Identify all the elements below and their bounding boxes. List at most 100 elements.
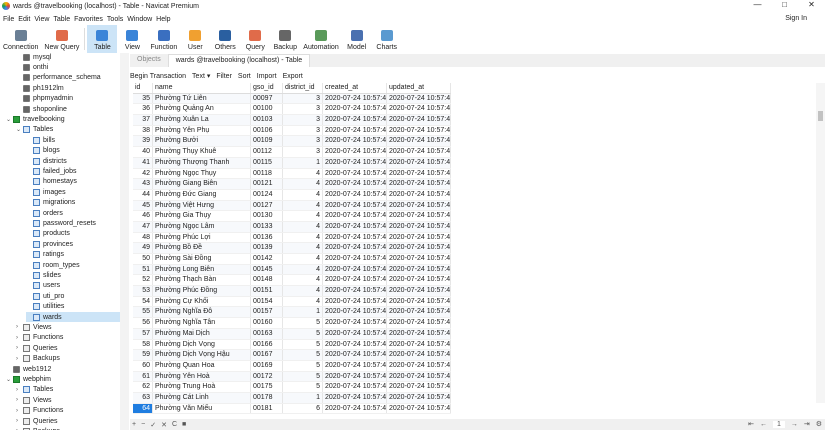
table-row[interactable]: 55 Phường Nghĩa Đô 00157 1 2020-07-24 10:57:…	[133, 307, 451, 319]
sign-in-button[interactable]: Sign In	[785, 15, 807, 22]
column-header-gso_id[interactable]: gso_id	[251, 83, 283, 93]
cell-gso_id[interactable]: 00160	[251, 318, 283, 328]
cell-gso_id[interactable]: 00142	[251, 254, 283, 264]
cell-updated_at[interactable]: 2020-07-24 10:57:45	[387, 168, 451, 179]
cell-id[interactable]: 55	[133, 307, 153, 318]
chevron-right-icon[interactable]: ›	[16, 387, 23, 393]
cell-district_id[interactable]: 4	[283, 275, 323, 286]
maximize-button[interactable]: □	[771, 0, 798, 9]
next-page-button[interactable]: →	[791, 421, 798, 428]
cell-created_at[interactable]: 2020-07-24 10:57:45	[323, 125, 387, 136]
cell-id[interactable]: 58	[133, 339, 153, 350]
table-row[interactable]: 56 Phường Nghĩa Tân 00160 5 2020-07-24 10:57…	[133, 318, 451, 329]
cell-created_at[interactable]: 2020-07-24 10:57:45	[323, 339, 387, 350]
cell-id[interactable]: 39	[133, 136, 153, 147]
cell-name[interactable]: Phường Quảng An	[153, 104, 251, 115]
table-row[interactable]: 38 Phường Yên Phụ 00106 3 2020-07-24 10:57:4…	[133, 125, 451, 137]
cell-id[interactable]: 50	[133, 254, 153, 264]
menu-edit[interactable]: Edit	[18, 16, 30, 23]
cell-name[interactable]: Phường Thượng Thanh	[153, 157, 251, 168]
table-row[interactable]: 49 Phường Bồ Đề 00139 4 2020-07-24 10:57:45 2…	[133, 243, 451, 254]
cell-created_at[interactable]: 2020-07-24 10:57:45	[323, 296, 387, 307]
grid-scrollbar[interactable]	[816, 83, 825, 403]
cell-name[interactable]: Phường Sài Đồng	[153, 254, 251, 264]
cell-name[interactable]: Phường Yên Hoà	[153, 371, 251, 382]
table-row[interactable]: 50 Phường Sài Đồng 00142 4 2020-07-24 10:57:…	[133, 254, 451, 265]
cell-district_id[interactable]: 5	[283, 339, 323, 350]
tree-item-uti_pro[interactable]: uti_pro	[26, 291, 120, 301]
tree-item-ph1912lm[interactable]: ph1912lm	[16, 83, 120, 93]
cell-id[interactable]: 63	[133, 392, 153, 403]
column-header-created_at[interactable]: created_at	[323, 83, 387, 93]
cell-gso_id[interactable]: 00145	[251, 264, 283, 275]
cell-district_id[interactable]: 5	[283, 350, 323, 360]
pager-settings-button[interactable]: ⚙	[816, 420, 822, 428]
cell-updated_at[interactable]: 2020-07-24 10:57:45	[387, 275, 451, 286]
cell-gso_id[interactable]: 00130	[251, 211, 283, 221]
cell-name[interactable]: Phường Trung Hoà	[153, 382, 251, 392]
first-page-button[interactable]: ⇤	[748, 420, 754, 428]
tree-item-failed_jobs[interactable]: failed_jobs	[26, 166, 120, 176]
cell-district_id[interactable]: 4	[283, 254, 323, 264]
tree-item-mysql[interactable]: mysql	[16, 53, 120, 62]
tree-item-queries[interactable]: › Queries	[16, 416, 120, 426]
tree-item-wards[interactable]: wards	[26, 312, 120, 322]
tree-item-webphim[interactable]: ⌄ webphim	[6, 374, 120, 384]
cell-created_at[interactable]: 2020-07-24 10:57:45	[323, 147, 387, 157]
cell-id[interactable]: 62	[133, 382, 153, 392]
cell-district_id[interactable]: 3	[283, 115, 323, 125]
cell-name[interactable]: Phường Mai Dịch	[153, 328, 251, 339]
cell-id[interactable]: 38	[133, 125, 153, 136]
cell-created_at[interactable]: 2020-07-24 10:57:45	[323, 232, 387, 243]
cell-id[interactable]: 57	[133, 328, 153, 339]
menu-file[interactable]: File	[3, 16, 14, 23]
table-row[interactable]: 42 Phường Ngọc Thụy 00118 4 2020-07-24 10:57…	[133, 168, 451, 180]
cell-name[interactable]: Phường Đức Giang	[153, 189, 251, 200]
cell-gso_id[interactable]: 00151	[251, 286, 283, 296]
cell-gso_id[interactable]: 00115	[251, 157, 283, 168]
table-row[interactable]: 47 Phường Ngọc Lâm 00133 4 2020-07-24 10:57:…	[133, 221, 451, 233]
cell-district_id[interactable]: 5	[283, 328, 323, 339]
cell-district_id[interactable]: 4	[283, 189, 323, 200]
cell-gso_id[interactable]: 00169	[251, 360, 283, 371]
tree-item-room_types[interactable]: room_types	[26, 260, 120, 270]
cell-updated_at[interactable]: 2020-07-24 10:57:45	[387, 286, 451, 296]
cell-updated_at[interactable]: 2020-07-24 10:57:45	[387, 328, 451, 339]
cell-created_at[interactable]: 2020-07-24 10:57:45	[323, 221, 387, 232]
cell-name[interactable]: Phường Giang Biên	[153, 179, 251, 189]
cell-district_id[interactable]: 5	[283, 382, 323, 392]
chevron-right-icon[interactable]: ›	[16, 356, 23, 362]
tree-item-onthi[interactable]: onthi	[16, 62, 120, 72]
cell-name[interactable]: Phường Thụy Khuê	[153, 147, 251, 157]
cell-district_id[interactable]: 6	[283, 403, 323, 414]
tree-item-provinces[interactable]: provinces	[26, 239, 120, 249]
cell-district_id[interactable]: 3	[283, 93, 323, 104]
table-row[interactable]: 37 Phường Xuân La 00103 3 2020-07-24 10:57:4…	[133, 115, 451, 126]
table-row[interactable]: 57 Phường Mai Dịch 00163 5 2020-07-24 10:57:…	[133, 328, 451, 340]
cell-id[interactable]: 61	[133, 371, 153, 382]
cell-district_id[interactable]: 5	[283, 318, 323, 328]
cell-updated_at[interactable]: 2020-07-24 10:57:45	[387, 104, 451, 115]
toolbar-backup-button[interactable]: Backup	[270, 25, 300, 53]
cell-id[interactable]: 35	[133, 93, 153, 104]
cell-id[interactable]: 37	[133, 115, 153, 125]
cell-gso_id[interactable]: 00148	[251, 275, 283, 286]
cell-updated_at[interactable]: 2020-07-24 10:57:45	[387, 232, 451, 243]
cell-created_at[interactable]: 2020-07-24 10:57:45	[323, 200, 387, 211]
cell-gso_id[interactable]: 00178	[251, 392, 283, 403]
chevron-down-icon[interactable]: ⌄	[6, 116, 13, 123]
cell-district_id[interactable]: 5	[283, 371, 323, 382]
column-header-district_id[interactable]: district_id	[283, 83, 323, 93]
menu-view[interactable]: View	[34, 16, 49, 23]
cell-name[interactable]: Phường Yên Phụ	[153, 125, 251, 136]
cell-gso_id[interactable]: 00157	[251, 307, 283, 318]
delete-record-button[interactable]: −	[141, 421, 145, 428]
cell-gso_id[interactable]: 00154	[251, 296, 283, 307]
table-row[interactable]: 60 Phường Quan Hoa 00169 5 2020-07-24 10:57:…	[133, 360, 451, 372]
cell-name[interactable]: Phường Long Biên	[153, 264, 251, 275]
cell-created_at[interactable]: 2020-07-24 10:57:45	[323, 168, 387, 179]
cell-name[interactable]: Phường Cự Khối	[153, 296, 251, 307]
cell-district_id[interactable]: 4	[283, 168, 323, 179]
column-header-name[interactable]: name	[153, 83, 251, 93]
cell-name[interactable]: Phường Dịch Vọng Hậu	[153, 350, 251, 360]
